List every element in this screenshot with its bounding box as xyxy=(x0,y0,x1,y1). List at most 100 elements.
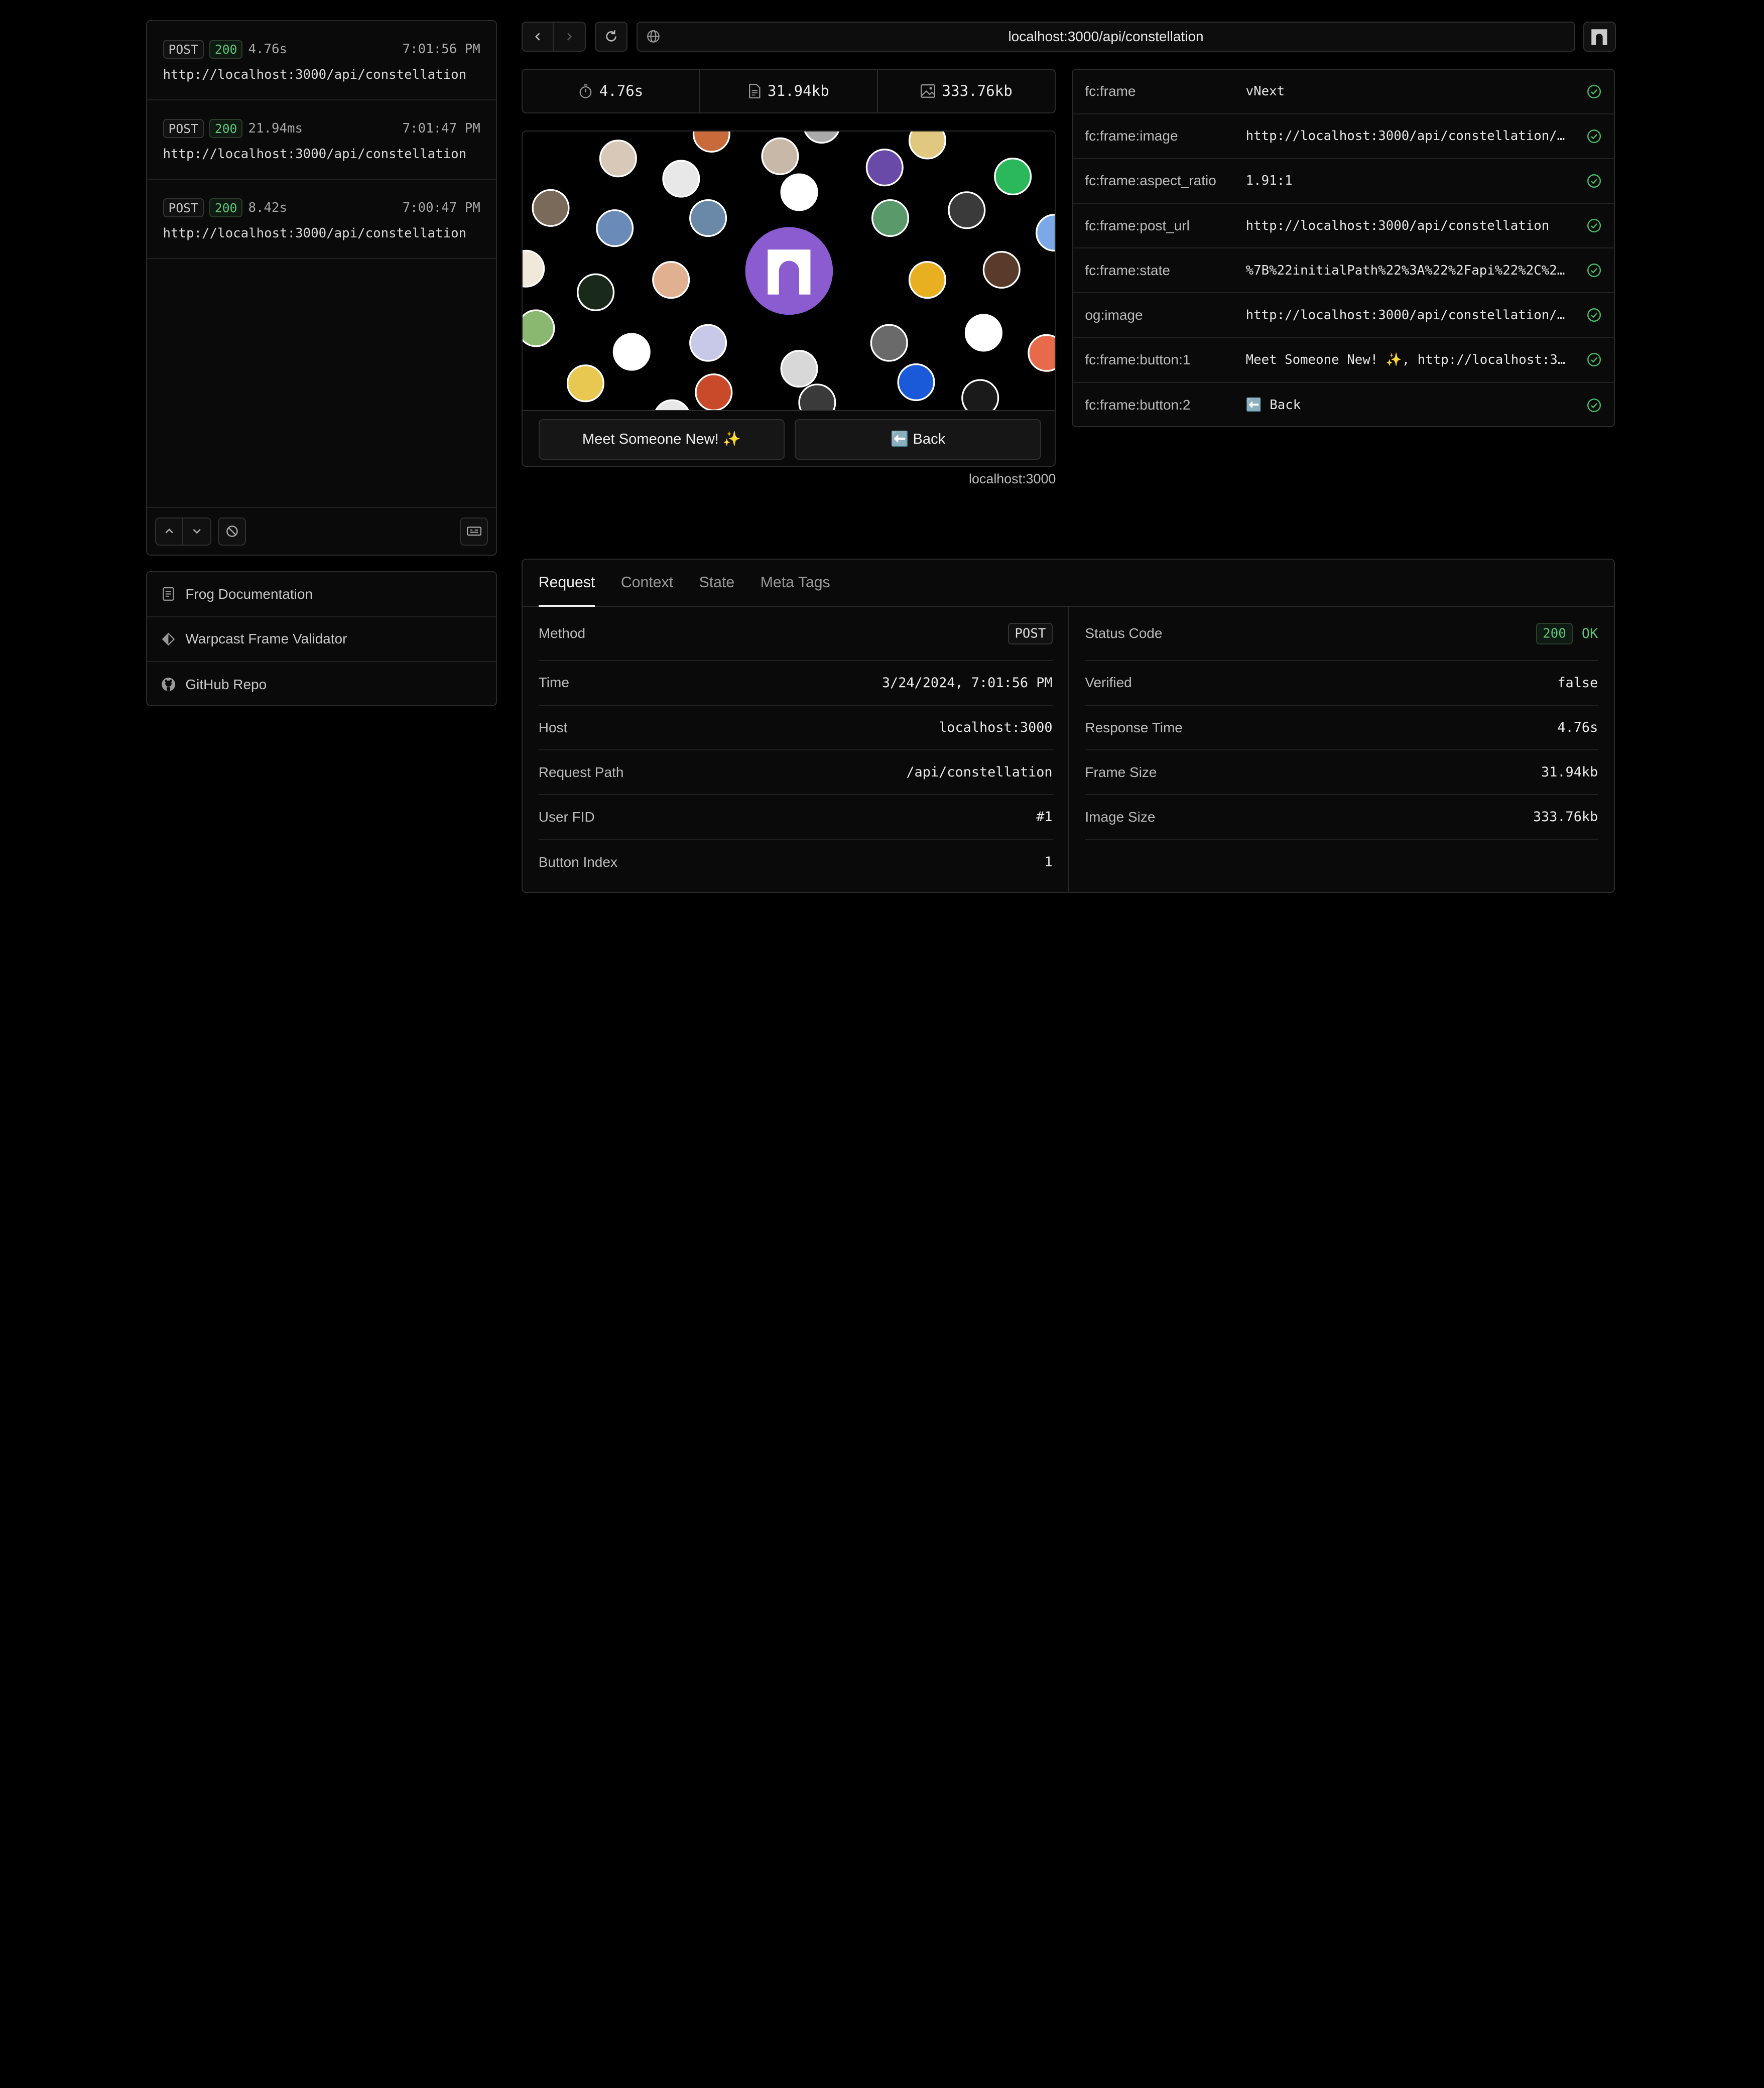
frame-image xyxy=(523,131,1055,411)
chevron-down-icon xyxy=(193,529,201,534)
log-url: http://localhost:3000/api/constellation xyxy=(163,225,467,241)
status-badge: 200 xyxy=(1536,623,1573,645)
meta-row: fc:frame vNext xyxy=(1072,70,1614,114)
row-button-index: Button Index 1 xyxy=(538,854,1053,870)
check-circle-icon xyxy=(1587,174,1601,188)
back-button[interactable] xyxy=(522,21,554,52)
frame-host: localhost:3000 xyxy=(969,471,1056,486)
next-request-button[interactable] xyxy=(183,517,211,546)
frame-preview: Meet Someone New! ✨ ⬅️ Back xyxy=(522,130,1056,467)
duration: 4.76s xyxy=(248,42,288,57)
link-label: Frog Documentation xyxy=(185,586,313,602)
method-badge: POST xyxy=(1008,623,1053,645)
method-badge: POST xyxy=(163,198,204,217)
previous-request-button[interactable] xyxy=(155,517,183,546)
duration: 21.94ms xyxy=(248,121,303,137)
tab-meta-tags[interactable]: Meta Tags xyxy=(761,560,830,606)
inspector-tabs: Request Context State Meta Tags xyxy=(523,560,1614,607)
log-item[interactable]: POST 200 8.42s 7:00:47 PM http://localho… xyxy=(147,180,496,259)
link-github-repo[interactable]: GitHub Repo xyxy=(147,662,496,707)
url-text: localhost:3000/api/constellation xyxy=(1008,28,1204,44)
timestamp: 7:00:47 PM xyxy=(402,200,480,216)
check-circle-icon xyxy=(1587,308,1601,322)
chevron-right-icon xyxy=(567,33,572,41)
chevron-left-icon xyxy=(535,33,540,41)
check-circle-icon xyxy=(1587,218,1601,233)
meta-row: fc:frame:state %7B%22initialPath%22%3A%2… xyxy=(1072,248,1614,294)
globe-icon xyxy=(638,30,669,43)
log-url: http://localhost:3000/api/constellation xyxy=(163,67,467,83)
log-item[interactable]: POST 200 21.94ms 7:01:47 PM http://local… xyxy=(147,100,496,180)
metric-response-time: 4.76s xyxy=(523,69,701,113)
meta-row: fc:frame:post_url http://localhost:3000/… xyxy=(1072,204,1614,249)
request-details: Method POST Time 3/24/2024, 7:01:56 PM H… xyxy=(523,607,1069,892)
status-badge: 200 xyxy=(209,119,243,138)
request-log: POST 200 4.76s 7:01:56 PM http://localho… xyxy=(146,20,497,556)
duration: 8.42s xyxy=(248,200,288,216)
frame-metrics: 4.76s 31.94kb 333.76kb xyxy=(522,68,1056,114)
row-time: Time 3/24/2024, 7:01:56 PM xyxy=(538,661,1053,706)
meta-row: fc:frame:button:1 Meet Someone New! ✨, h… xyxy=(1072,338,1614,383)
meta-row: og:image http://localhost:3000/api/const… xyxy=(1072,293,1614,338)
diamond-icon xyxy=(161,631,176,647)
constellation-image xyxy=(523,131,1055,411)
timestamp: 7:01:47 PM xyxy=(402,121,480,137)
github-icon xyxy=(161,677,176,692)
row-method: Method POST xyxy=(538,607,1053,661)
log-url: http://localhost:3000/api/constellation xyxy=(163,147,467,162)
timestamp: 7:01:56 PM xyxy=(402,42,480,57)
log-item[interactable]: POST 200 4.76s 7:01:56 PM http://localho… xyxy=(147,21,496,101)
response-details: Status Code 200 OK Verified false Respons… xyxy=(1069,607,1614,891)
inspector-panel: Request Context State Meta Tags Method P… xyxy=(522,559,1615,893)
chevron-up-icon xyxy=(165,529,173,534)
check-circle-icon xyxy=(1587,84,1601,99)
check-circle-icon xyxy=(1587,129,1601,144)
row-user-fid: User FID #1 xyxy=(538,795,1053,840)
row-request-path: Request Path /api/constellation xyxy=(538,750,1053,796)
check-circle-icon xyxy=(1587,263,1601,278)
url-bar[interactable]: localhost:3000/api/constellation xyxy=(636,21,1576,52)
meta-tags-table: fc:frame vNext fc:frame:image http://loc… xyxy=(1071,68,1615,428)
frog-logo-button[interactable] xyxy=(1583,21,1616,52)
method-badge: POST xyxy=(163,119,204,138)
nav-buttons xyxy=(522,21,586,52)
reload-button[interactable] xyxy=(594,21,627,52)
link-label: GitHub Repo xyxy=(185,676,267,692)
frame-buttons: Meet Someone New! ✨ ⬅️ Back xyxy=(523,410,1055,465)
meta-row: fc:frame:image http://localhost:3000/api… xyxy=(1072,114,1614,159)
status-badge: 200 xyxy=(209,40,243,59)
refresh-icon xyxy=(606,30,616,42)
check-circle-icon xyxy=(1587,398,1601,413)
status-badge: 200 xyxy=(209,198,243,217)
link-warpcast-validator[interactable]: Warpcast Frame Validator xyxy=(147,617,496,663)
row-frame-size: Frame Size 31.94kb xyxy=(1085,750,1598,796)
toggle-view-button[interactable] xyxy=(460,517,488,546)
image-icon xyxy=(920,84,936,98)
log-toolbar xyxy=(147,507,496,554)
link-frog-docs[interactable]: Frog Documentation xyxy=(147,572,496,617)
forward-button[interactable] xyxy=(554,21,586,52)
row-verified: Verified false xyxy=(1085,661,1598,706)
frame-button-2[interactable]: ⬅️ Back xyxy=(795,419,1041,460)
frame-button-1[interactable]: Meet Someone New! ✨ xyxy=(538,419,785,460)
tab-context[interactable]: Context xyxy=(621,560,673,606)
clear-icon xyxy=(226,526,238,537)
row-host: Host localhost:3000 xyxy=(538,706,1053,751)
meta-row: fc:frame:button:2 ⬅️ Back xyxy=(1073,383,1614,428)
meta-row: fc:frame:aspect_ratio 1.91:1 xyxy=(1072,159,1614,204)
row-response-time: Response Time 4.76s xyxy=(1085,706,1598,751)
tab-state[interactable]: State xyxy=(699,560,735,606)
row-status-code: Status Code 200 OK xyxy=(1085,607,1598,661)
stopwatch-icon xyxy=(579,84,592,98)
check-circle-icon xyxy=(1587,352,1601,367)
clear-log-button[interactable] xyxy=(218,517,246,546)
metric-image-size: 333.76kb xyxy=(878,70,1055,113)
link-label: Warpcast Frame Validator xyxy=(185,631,347,647)
file-icon xyxy=(748,83,761,98)
tab-request[interactable]: Request xyxy=(538,560,595,607)
resource-links: Frog Documentation Warpcast Frame Valida… xyxy=(146,571,497,706)
keyboard-icon xyxy=(466,527,481,536)
row-image-size: Image Size 333.76kb xyxy=(1085,795,1598,840)
status-text: OK xyxy=(1581,625,1598,641)
method-badge: POST xyxy=(163,40,204,59)
